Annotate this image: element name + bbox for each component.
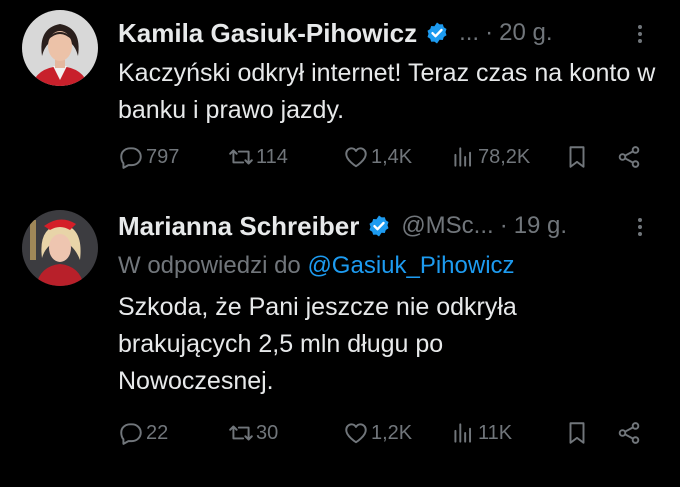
more-options-icon[interactable] [628, 215, 652, 239]
reply-context: W odpowiedzi do @Gasiuk_Pihowicz [118, 252, 515, 280]
tweet-2: Marianna Schreiber @MSc... · 19 g. W odp… [0, 200, 680, 487]
reply-button[interactable]: 22 [118, 420, 168, 446]
avatar[interactable] [22, 10, 98, 86]
reply-button[interactable]: 797 [118, 144, 179, 170]
repost-icon [229, 425, 253, 441]
views-icon [454, 147, 472, 167]
timestamp[interactable]: 20 g. [499, 19, 552, 47]
share-button[interactable] [616, 144, 642, 170]
verified-badge-icon [427, 22, 447, 44]
more-options-icon[interactable] [628, 22, 652, 46]
timestamp[interactable]: 19 g. [514, 212, 567, 240]
views-count: 11K [478, 421, 513, 444]
heart-icon [345, 147, 367, 168]
share-button[interactable] [616, 420, 642, 446]
views-button[interactable]: 11K [450, 420, 512, 446]
tweet-header: Kamila Gasiuk-Pihowicz ... · 20 g. [118, 16, 660, 50]
tweet-text: Kaczyński odkrył internet! Teraz czas na… [118, 59, 656, 124]
bookmark-button[interactable] [564, 420, 590, 446]
views-button[interactable]: 78,2K [450, 144, 530, 170]
views-icon [454, 423, 472, 443]
separator-dot: · [499, 212, 508, 239]
repost-button[interactable]: 114 [228, 144, 288, 170]
like-count: 1,4K [371, 145, 413, 168]
reply-count: 22 [146, 421, 169, 444]
views-count: 78,2K [478, 145, 531, 168]
reply-prefix: W odpowiedzi do [118, 252, 301, 279]
share-icon [618, 146, 640, 168]
avatar[interactable] [22, 210, 98, 286]
tweet-header: Marianna Schreiber @MSc... · 19 g. [118, 209, 660, 243]
like-button[interactable]: 1,2K [343, 420, 412, 446]
author-handle[interactable]: @MSc... [401, 212, 493, 240]
repost-button[interactable]: 30 [228, 420, 278, 446]
action-bar: 797 114 1,4K 78,2K [118, 144, 648, 174]
reply-icon [120, 147, 142, 169]
like-count: 1,2K [371, 421, 413, 444]
repost-count: 30 [256, 421, 279, 444]
tweet-1: Kamila Gasiuk-Pihowicz ... · 20 g. Kaczy… [0, 0, 680, 200]
bookmark-icon [569, 422, 585, 444]
author-name[interactable]: Marianna Schreiber [118, 211, 359, 242]
author-handle[interactable]: ... [459, 19, 479, 47]
heart-icon [345, 423, 367, 444]
action-bar: 22 30 1,2K 11K [118, 420, 648, 450]
repost-count: 114 [256, 145, 288, 168]
author-name[interactable]: Kamila Gasiuk-Pihowicz [118, 18, 417, 49]
reply-icon [120, 423, 142, 445]
bookmark-icon [569, 146, 585, 168]
like-button[interactable]: 1,4K [343, 144, 412, 170]
share-icon [618, 422, 640, 444]
reply-mention-link[interactable]: @Gasiuk_Pihowicz [307, 252, 514, 279]
verified-badge-icon [369, 215, 389, 237]
separator-dot: · [485, 19, 494, 46]
reply-count: 797 [146, 145, 180, 168]
repost-icon [229, 149, 253, 165]
tweet-text: Szkoda, że Pani jeszcze nie odkryła brak… [118, 293, 517, 395]
bookmark-button[interactable] [564, 144, 590, 170]
